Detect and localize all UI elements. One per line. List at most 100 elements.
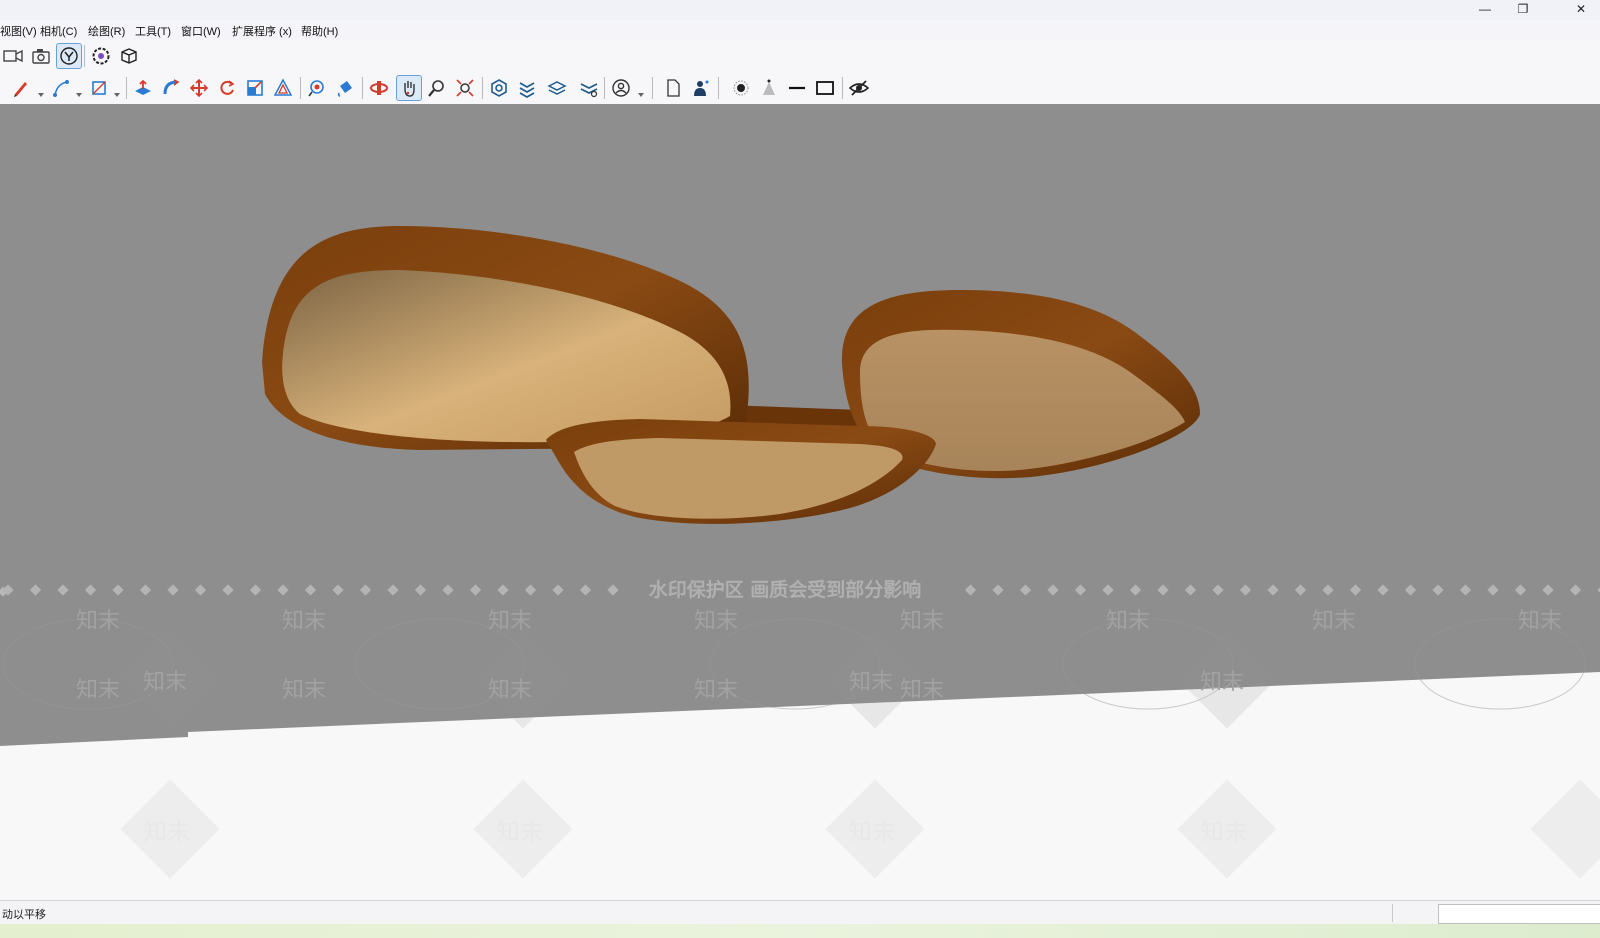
toolbar-main [0, 72, 1600, 105]
watermark-dot [1432, 584, 1444, 596]
watermark-dot [249, 584, 262, 596]
watermark-dot [387, 584, 399, 596]
follow-me-icon[interactable] [158, 75, 184, 101]
sandbox-icon[interactable] [514, 75, 540, 101]
gear-flower-icon[interactable] [88, 43, 114, 69]
watermark-dot [1267, 584, 1279, 596]
tape-measure-icon[interactable] [304, 75, 330, 101]
watermark-dot [579, 584, 592, 596]
watermark-dot [1019, 584, 1032, 596]
watermark-dot [497, 584, 509, 596]
watermark-dot [1184, 584, 1197, 596]
cone-icon[interactable] [756, 75, 782, 101]
watermark-brand: 知末 [900, 678, 944, 703]
user-circle-icon[interactable] [608, 75, 634, 101]
watermark-banner: 水印保护区 画质会受到部分影响 [649, 578, 922, 601]
minimize-button[interactable]: — [1466, 0, 1504, 20]
paint-bucket-icon[interactable] [332, 75, 358, 101]
push-pull-icon[interactable] [130, 75, 156, 101]
watermark-dot [277, 584, 289, 596]
watermark-dot [1074, 584, 1087, 596]
watermark-dot [1349, 584, 1362, 596]
pan-hand-icon[interactable] [396, 75, 422, 101]
menu-bar: 视图(V) 相机(C) 绘图(R) 工具(T) 窗口(W) 扩展程序 (x) 帮… [0, 20, 1600, 40]
look-around-icon[interactable] [56, 43, 82, 69]
watermark-dot [552, 584, 564, 596]
menu-tools[interactable]: 工具(T) [135, 23, 171, 39]
watermark-dot [964, 584, 977, 596]
watermark-brand: 知末 [849, 670, 893, 695]
watermark-dot [194, 584, 207, 596]
chevron-down-icon[interactable] [76, 85, 82, 97]
layers-settings-icon[interactable] [576, 75, 602, 101]
watermark-brand: 知末 [1518, 609, 1562, 634]
watermark-brand: 知末 [488, 609, 532, 634]
watermark-dot [112, 584, 124, 596]
person-icon[interactable] [688, 75, 714, 101]
watermark-brand: 知末 [496, 818, 544, 846]
toolbar-separator [842, 77, 843, 99]
watermark-dot [332, 584, 344, 596]
watermark-dot [1404, 584, 1417, 596]
ceiling-lamp-model[interactable] [262, 226, 1200, 524]
watermark-dot [1569, 584, 1582, 596]
chevron-down-icon[interactable] [638, 85, 644, 97]
restore-button[interactable]: ❐ [1504, 0, 1542, 20]
status-separator [1392, 904, 1393, 922]
watermark-dot [442, 584, 454, 596]
box-export-icon[interactable] [116, 43, 142, 69]
hide-icon[interactable] [846, 75, 872, 101]
watermark-dot [57, 584, 69, 596]
model-viewport[interactable]: 水印保护区 画质会受到部分影响 知末 知末 知末 知末 知末 知末 知末 知末 … [0, 104, 1600, 900]
watermark-dot [1047, 584, 1059, 596]
chevron-down-icon[interactable] [114, 85, 120, 97]
watermark-brand: 知末 [1200, 670, 1244, 695]
watermark-dot [222, 584, 234, 596]
chevron-down-icon[interactable] [38, 85, 44, 97]
watermark-dot [1212, 584, 1224, 596]
close-button[interactable]: ✕ [1562, 0, 1600, 20]
pencil-icon[interactable] [8, 75, 34, 101]
taskbar-strip [0, 924, 1600, 938]
watermark-brand: 知末 [282, 678, 326, 703]
layers-icon[interactable] [544, 75, 570, 101]
watermark-dot [1377, 584, 1389, 596]
watermark-dot [84, 584, 97, 596]
camera-snapshot-icon[interactable] [28, 43, 54, 69]
move-icon[interactable] [186, 75, 212, 101]
shadow-dot-icon[interactable] [728, 75, 754, 101]
watermark-brand: 知末 [143, 818, 191, 846]
menu-draw[interactable]: 绘图(R) [88, 23, 125, 39]
toolbar-separator [362, 77, 363, 99]
watermark-brand: 知末 [1106, 609, 1150, 634]
menu-view[interactable]: 视图(V) [0, 23, 37, 39]
toolbar-separator [652, 77, 653, 99]
solid-tools-icon[interactable] [486, 75, 512, 101]
scale-icon[interactable] [242, 75, 268, 101]
watermark-dot [1157, 584, 1169, 596]
rectangle-style-icon[interactable] [812, 75, 838, 101]
zoom-icon[interactable] [424, 75, 450, 101]
menu-camera[interactable]: 相机(C) [40, 23, 77, 39]
watermark-dot [359, 584, 372, 596]
measurements-input[interactable] [1438, 904, 1600, 924]
rectangle-tool-icon[interactable] [86, 75, 112, 101]
watermark-brand: 知末 [694, 609, 738, 634]
menu-help[interactable]: 帮助(H) [301, 23, 338, 39]
watermark-dot [1129, 584, 1142, 596]
menu-window[interactable]: 窗口(W) [181, 23, 221, 39]
page-icon[interactable] [660, 75, 686, 101]
rotate-icon[interactable] [214, 75, 240, 101]
menu-extensions[interactable]: 扩展程序 (x) [232, 23, 292, 39]
scene-canvas[interactable]: 水印保护区 画质会受到部分影响 知末 知末 知末 知末 知末 知末 知末 知末 … [0, 104, 1600, 900]
watermark-dot [1459, 584, 1472, 596]
status-bar: 动以平移 [0, 900, 1600, 925]
camera-video-icon[interactable] [0, 43, 26, 69]
zoom-extents-icon[interactable] [452, 75, 478, 101]
orbit-icon[interactable] [366, 75, 392, 101]
watermark-brand: 知末 [900, 609, 944, 634]
line-tool-icon[interactable] [48, 75, 74, 101]
offset-icon[interactable] [270, 75, 296, 101]
line-style-icon[interactable] [784, 75, 810, 101]
watermark-dot [304, 584, 317, 596]
